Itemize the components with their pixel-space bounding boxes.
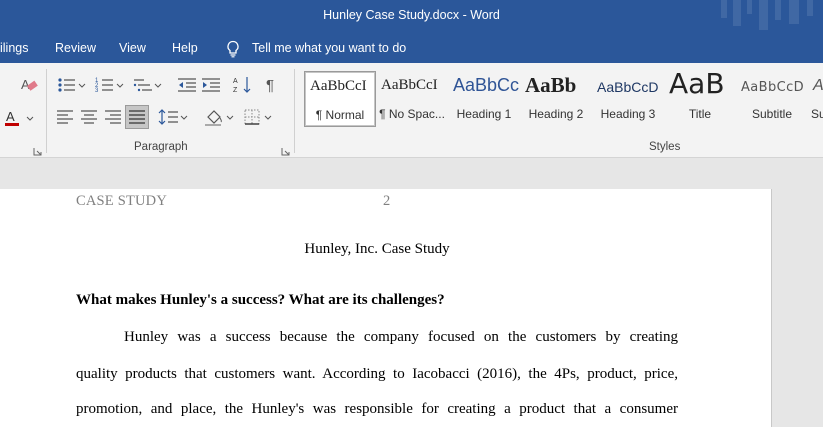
svg-text:A: A: [6, 109, 15, 124]
title-bar: Hunley Case Study.docx - Word: [0, 0, 823, 34]
style-name: Su: [811, 107, 823, 121]
style-sample: AaBbCcD: [597, 79, 659, 95]
bullets-dropdown-icon[interactable]: [78, 75, 86, 95]
document-canvas[interactable]: CASE STUDY 2 Hunley, Inc. Case Study Wha…: [0, 158, 823, 427]
numbering-icon[interactable]: 123: [94, 75, 116, 95]
paragraph-line: quality products that customers want. Ac…: [76, 366, 678, 382]
svg-text:A: A: [233, 78, 238, 85]
align-right-icon[interactable]: [102, 107, 124, 127]
line-spacing-dropdown-icon[interactable]: [180, 107, 188, 127]
style-sample: A: [813, 77, 823, 94]
paragraph-dialog-launcher-icon[interactable]: [281, 143, 290, 156]
style-name: Heading 1: [456, 107, 512, 121]
style-sample: AaBbCcD: [741, 80, 805, 95]
style-title[interactable]: AaB Title: [664, 67, 736, 127]
ribbon-separator: [46, 69, 47, 153]
document-title: Hunley, Inc. Case Study: [304, 241, 450, 257]
style-heading-2[interactable]: AaBb Heading 2: [520, 71, 592, 127]
style-heading-3[interactable]: AaBbCcD Heading 3: [592, 71, 664, 127]
borders-dropdown-icon[interactable]: [264, 107, 272, 127]
style-heading-1[interactable]: AaBbCc Heading 1: [448, 71, 520, 127]
style-sample: AaBbCcI: [310, 78, 367, 94]
ribbon-home: A A 123 AZ ¶ Paragraph AaBbCcI ¶ Normal …: [0, 63, 823, 158]
style-name: ¶ No Spac...: [379, 107, 445, 121]
borders-icon[interactable]: [242, 107, 264, 127]
clear-formatting-icon[interactable]: A: [18, 75, 40, 95]
align-left-icon[interactable]: [54, 107, 76, 127]
page-header-text: CASE STUDY: [76, 193, 168, 209]
shading-dropdown-icon[interactable]: [226, 107, 234, 127]
style-subtle-emphasis[interactable]: A Su: [808, 71, 823, 127]
justify-icon[interactable]: [125, 105, 149, 129]
styles-group-label: Styles: [649, 141, 681, 153]
style-sample: AaBbCcI: [381, 77, 438, 93]
shading-icon[interactable]: [203, 107, 225, 127]
svg-text:3: 3: [95, 88, 99, 94]
tab-view[interactable]: View: [119, 41, 146, 55]
align-center-icon[interactable]: [78, 107, 100, 127]
ribbon-tabs: ilings Review View Help Tell me what you…: [0, 34, 823, 63]
increase-indent-icon[interactable]: [200, 75, 222, 95]
font-color-icon[interactable]: A: [4, 108, 26, 128]
tab-review[interactable]: Review: [55, 41, 96, 55]
style-name: ¶ Normal: [315, 108, 365, 122]
window-title: Hunley Case Study.docx - Word: [323, 8, 500, 22]
show-formatting-marks-icon[interactable]: ¶: [262, 75, 284, 95]
line-spacing-icon[interactable]: [158, 107, 180, 127]
paragraph-group-label: Paragraph: [134, 141, 188, 153]
style-subtitle[interactable]: AaBbCcD Subtitle: [736, 71, 808, 127]
style-sample: AaB: [669, 67, 725, 100]
tab-mailings[interactable]: ilings: [0, 41, 29, 55]
style-name: Subtitle: [751, 107, 793, 121]
sort-icon[interactable]: AZ: [232, 75, 254, 95]
multilevel-dropdown-icon[interactable]: [154, 75, 162, 95]
document-heading: What makes Hunley's a success? What are …: [76, 292, 445, 308]
style-normal[interactable]: AaBbCcI ¶ Normal: [304, 71, 376, 127]
style-no-spacing[interactable]: AaBbCcI ¶ No Spac...: [376, 71, 448, 127]
style-sample: AaBb: [525, 73, 577, 97]
paragraph-line: Hunley was a success because the company…: [124, 329, 678, 345]
tab-help[interactable]: Help: [172, 41, 198, 55]
tell-me-search[interactable]: Tell me what you want to do: [252, 41, 406, 55]
svg-text:A: A: [21, 77, 30, 92]
svg-text:Z: Z: [233, 87, 238, 94]
style-name: Heading 3: [600, 107, 656, 121]
style-name: Heading 2: [528, 107, 584, 121]
lightbulb-icon[interactable]: [225, 40, 241, 58]
ribbon-separator: [294, 69, 295, 153]
document-page[interactable]: CASE STUDY 2 Hunley, Inc. Case Study Wha…: [0, 189, 772, 427]
svg-text:¶: ¶: [266, 77, 274, 94]
style-name: Title: [688, 107, 712, 121]
style-sample: AaBbCc: [453, 75, 520, 95]
multilevel-list-icon[interactable]: [132, 75, 154, 95]
decrease-indent-icon[interactable]: [176, 75, 198, 95]
font-color-dropdown-icon[interactable]: [26, 108, 34, 128]
paragraph-line: promotion, and place, the Hunley's was r…: [76, 401, 678, 417]
font-dialog-launcher-icon[interactable]: [33, 143, 42, 156]
numbering-dropdown-icon[interactable]: [116, 75, 124, 95]
title-bar-decoration: [713, 0, 823, 34]
bullets-icon[interactable]: [56, 75, 78, 95]
page-number: 2: [383, 193, 391, 209]
